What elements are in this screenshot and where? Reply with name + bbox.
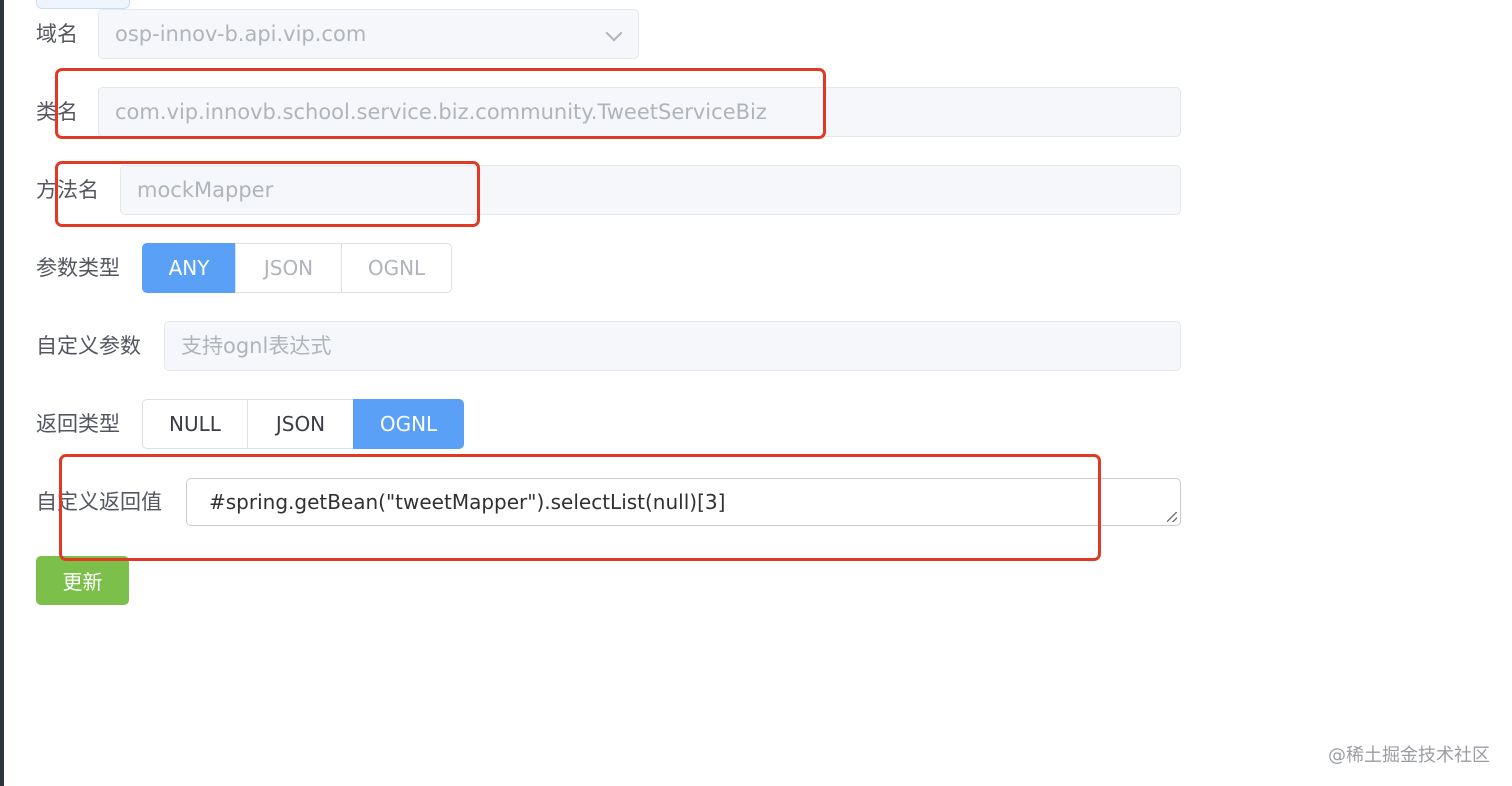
resize-handle-icon[interactable] <box>1167 512 1177 522</box>
custom-param-placeholder: 支持ognl表达式 <box>181 334 332 358</box>
left-panel-edge <box>0 0 4 786</box>
custom-return-textarea[interactable]: #spring.getBean("tweetMapper").selectLis… <box>186 478 1181 526</box>
update-button[interactable]: 更新 <box>36 556 129 605</box>
param-type-radio-group: ANY JSON OGNL <box>142 243 452 293</box>
method-name-label: 方法名 <box>36 178 99 202</box>
custom-return-value: #spring.getBean("tweetMapper").selectLis… <box>209 490 726 514</box>
return-type-ognl-button[interactable]: OGNL <box>353 399 464 449</box>
partially-visible-element <box>36 0 130 9</box>
custom-param-label: 自定义参数 <box>36 334 141 358</box>
param-type-label: 参数类型 <box>36 256 120 280</box>
return-type-label: 返回类型 <box>36 412 120 436</box>
watermark-text: @稀土掘金技术社区 <box>1328 745 1490 766</box>
domain-label: 域名 <box>36 22 78 46</box>
domain-select[interactable]: osp-innov-b.api.vip.com <box>98 9 639 59</box>
return-type-json-button[interactable]: JSON <box>247 399 354 449</box>
param-type-json-button[interactable]: JSON <box>235 243 342 293</box>
return-type-radio-group: NULL JSON OGNL <box>142 399 464 449</box>
class-name-input[interactable]: com.vip.innovb.school.service.biz.commun… <box>98 87 1181 137</box>
param-type-any-button[interactable]: ANY <box>142 243 236 293</box>
class-name-value: com.vip.innovb.school.service.biz.commun… <box>115 100 767 124</box>
domain-select-value: osp-innov-b.api.vip.com <box>115 22 367 46</box>
custom-param-input[interactable]: 支持ognl表达式 <box>164 321 1181 371</box>
class-name-label: 类名 <box>36 100 78 124</box>
method-name-input[interactable]: mockMapper <box>120 165 1181 215</box>
method-name-value: mockMapper <box>137 178 274 202</box>
param-type-ognl-button[interactable]: OGNL <box>341 243 452 293</box>
custom-return-label: 自定义返回值 <box>36 490 162 514</box>
chevron-down-icon[interactable] <box>605 24 623 42</box>
return-type-null-button[interactable]: NULL <box>142 399 248 449</box>
